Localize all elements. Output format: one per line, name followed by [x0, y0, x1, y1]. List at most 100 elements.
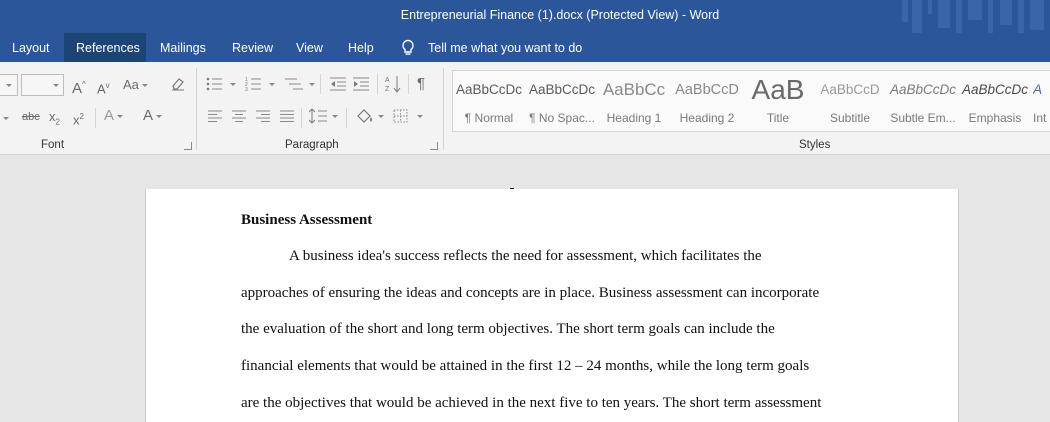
justify-icon[interactable]	[280, 110, 294, 122]
style-sample: AaBbCc	[602, 80, 666, 99]
paragraph-dialog-launcher[interactable]	[430, 142, 438, 150]
paragraph-line: are the objectives that would be achieve…	[241, 395, 822, 411]
section-heading: Business Assessment	[241, 212, 373, 228]
paragraph-line: financial elements that would be attaine…	[241, 358, 810, 374]
paragraph-divider	[377, 74, 378, 94]
underline-dropdown[interactable]	[0, 110, 9, 126]
style-heading-2[interactable]: AaBbCcD Heading 2	[672, 76, 742, 128]
tab-review[interactable]: Review	[220, 33, 285, 62]
eraser-icon	[172, 78, 184, 91]
subscript-button[interactable]: x2	[49, 109, 60, 131]
window-title: Entrepreneurial Finance (1).docx (Protec…	[400, 8, 720, 22]
change-case-icon: Aa	[123, 77, 139, 92]
multilevel-list-icon[interactable]	[285, 76, 315, 92]
clear-formatting-button[interactable]	[170, 75, 186, 95]
style-subtle-emphasis[interactable]: AaBbCcDc Subtle Em...	[888, 76, 958, 128]
style-sample: AaBbCcD	[820, 82, 880, 97]
ribbon: A^ Av Aa abc x2 x2 A A Font 1 2 3 A Z ¶ …	[0, 62, 1050, 155]
lightbulb-icon	[402, 39, 414, 55]
tab-help[interactable]: Help	[336, 33, 386, 62]
align-center-icon[interactable]	[232, 110, 246, 122]
paragraph-divider	[408, 74, 409, 94]
style-sample: AaBbCcDc	[961, 82, 1029, 97]
paragraph-line: A business idea's success reflects the n…	[289, 248, 762, 264]
superscript-button[interactable]: x2	[73, 109, 84, 128]
show-formatting-button[interactable]: ¶	[417, 76, 425, 92]
font-color-button[interactable]: A	[143, 107, 163, 124]
paragraph-divider	[320, 74, 321, 94]
style-emphasis[interactable]: AaBbCcDc Emphasis	[960, 76, 1030, 128]
paragraph-divider	[301, 108, 302, 128]
text-effects-button[interactable]: A	[104, 107, 124, 124]
ribbon-tabs: Layout References Mailings Review View H…	[0, 33, 1050, 62]
bullets-icon[interactable]	[206, 76, 236, 92]
styles-gallery: AaBbCcDc ¶ Normal AaBbCcDc ¶ No Spac... …	[452, 70, 1050, 132]
style-name: Emphasis	[968, 111, 1022, 125]
shrink-font-icon: A	[97, 81, 106, 97]
shrink-font-button[interactable]: Av	[97, 78, 110, 97]
text-fragment-mark	[510, 185, 514, 189]
change-case-button[interactable]: Aa	[123, 77, 148, 93]
tab-references[interactable]: References	[64, 33, 146, 62]
style-sample: AaBbCcDc	[889, 82, 957, 97]
style-name: Subtitle	[829, 111, 871, 125]
paragraph-group-label: Paragraph	[285, 139, 339, 151]
style-name: Int	[1033, 111, 1047, 125]
style-sample: AaBbCcD	[675, 82, 739, 98]
style-name: Subtle Em...	[890, 111, 956, 125]
align-left-icon[interactable]	[208, 110, 222, 122]
increase-indent-icon[interactable]	[353, 76, 371, 92]
font-divider	[95, 108, 96, 128]
style-title[interactable]: AaB Title	[743, 74, 813, 128]
ribbon-separator	[196, 68, 197, 150]
tab-mailings[interactable]: Mailings	[148, 33, 218, 62]
grow-font-button[interactable]: A^	[72, 77, 86, 97]
subscript-digit: 2	[55, 117, 60, 127]
svg-text:Z: Z	[385, 86, 390, 93]
style-subtitle[interactable]: AaBbCcD Subtitle	[815, 76, 885, 128]
font-name-box[interactable]	[0, 74, 18, 96]
style-name: ¶ No Spac...	[529, 111, 595, 125]
decrease-indent-icon[interactable]	[330, 76, 348, 92]
style-sample: AaBbCcDc	[455, 82, 523, 97]
title-bar: Entrepreneurial Finance (1).docx (Protec…	[0, 0, 1050, 33]
strikethrough-button[interactable]: abc	[22, 109, 40, 125]
style-heading-1[interactable]: AaBbCc Heading 1	[599, 76, 669, 128]
superscript-digit: 2	[79, 112, 84, 121]
style-normal[interactable]: AaBbCcDc ¶ Normal	[454, 76, 524, 128]
tab-view[interactable]: View	[284, 33, 335, 62]
tab-layout[interactable]: Layout	[0, 33, 62, 62]
document-canvas[interactable]: Business Assessment A business idea's su…	[0, 155, 1050, 422]
svg-text:3: 3	[245, 87, 248, 92]
shading-icon[interactable]	[355, 108, 385, 124]
align-right-icon[interactable]	[256, 110, 270, 122]
style-name: ¶ Normal	[464, 111, 514, 125]
font-group-label: Font	[41, 139, 65, 151]
svg-text:A: A	[385, 77, 390, 84]
tell-me-text: Tell me what you want to do	[428, 41, 583, 55]
styles-group-label: Styles	[799, 139, 831, 151]
paragraph-line: approaches of ensuring the ideas and con…	[241, 285, 820, 301]
text-effects-icon: A	[104, 107, 115, 124]
style-sample: A	[1033, 82, 1043, 97]
line-spacing-icon[interactable]	[309, 108, 339, 124]
font-size-box[interactable]	[21, 74, 64, 96]
font-color-icon: A	[143, 107, 154, 124]
borders-icon[interactable]	[393, 108, 425, 124]
font-dialog-launcher[interactable]	[184, 142, 192, 150]
style-name: Heading 1	[606, 111, 662, 125]
document-page[interactable]: Business Assessment A business idea's su…	[145, 188, 959, 422]
style-name: Heading 2	[679, 111, 735, 125]
title-bar-decoration	[902, 0, 1044, 33]
paragraph-divider	[346, 108, 347, 128]
style-sample: AaBbCcDc	[528, 82, 596, 97]
style-intense-emphasis[interactable]: A Int	[1033, 76, 1050, 128]
sort-icon[interactable]: AZ	[385, 74, 403, 94]
style-name: Title	[766, 111, 790, 125]
numbering-icon[interactable]: 1 2 3	[245, 76, 275, 92]
grow-font-icon: A	[72, 80, 83, 97]
ribbon-separator	[443, 68, 444, 150]
paragraph-line: the evaluation of the short and long ter…	[241, 321, 775, 337]
style-no-spacing[interactable]: AaBbCcDc ¶ No Spac...	[527, 76, 597, 128]
style-sample: AaB	[751, 74, 805, 105]
